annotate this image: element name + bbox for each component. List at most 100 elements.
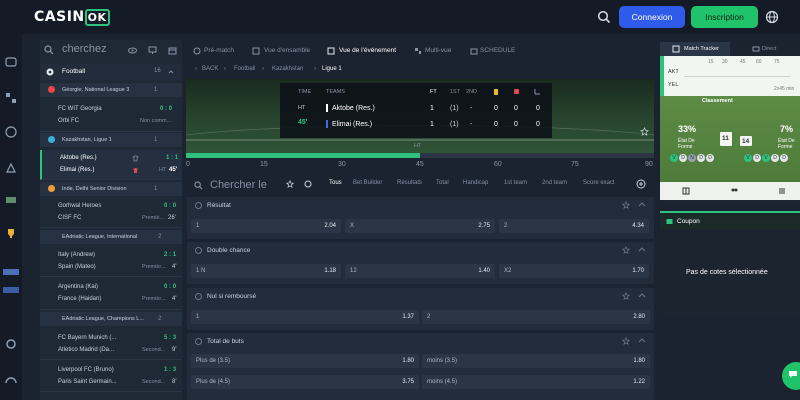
star-icon[interactable] xyxy=(640,127,649,136)
tab-overview[interactable]: Vue d'ensamble xyxy=(264,47,310,54)
star-icon[interactable] xyxy=(622,201,630,209)
league-row[interactable]: Géorgie, National League 3 1 xyxy=(40,83,182,97)
breadcrumb-country[interactable]: Kazakhstan xyxy=(272,66,303,72)
promo-icon[interactable] xyxy=(3,266,19,278)
event-row[interactable]: Gorhwal Heroes CISF FC 0 : 0 Premiè... 2… xyxy=(40,198,182,228)
sports-icon[interactable] xyxy=(5,56,17,68)
table-games-icon[interactable] xyxy=(5,194,17,206)
sb-time-label: TIME xyxy=(298,89,312,95)
star-icon[interactable] xyxy=(622,246,630,254)
calendar-icon[interactable] xyxy=(168,46,177,55)
filter-2nd-team[interactable]: 2nd team xyxy=(542,180,567,186)
pitch-icon[interactable] xyxy=(682,187,690,195)
vip-icon[interactable] xyxy=(3,284,19,296)
register-button[interactable]: Inscription xyxy=(691,6,758,28)
market-search-input[interactable]: Chercher le xyxy=(210,179,267,191)
tracker-bottom-tabs xyxy=(660,182,800,200)
users-icon[interactable] xyxy=(730,187,738,195)
filter-results[interactable]: Résultats xyxy=(397,180,422,186)
odd-value: 2.04 xyxy=(324,223,336,229)
odd-button[interactable]: moins (4.5) 1.22 xyxy=(422,375,650,389)
chevron-up-icon[interactable] xyxy=(638,201,646,209)
chevron-up-icon[interactable] xyxy=(638,337,646,345)
odd-button[interactable]: X2 1.70 xyxy=(499,264,649,278)
tab-event-view[interactable]: Vue de l'événement xyxy=(339,47,396,54)
odd-button[interactable]: Plus de (3.5) 1.80 xyxy=(191,354,419,368)
odd-button[interactable]: 2 4.34 xyxy=(499,219,649,233)
league-name: EAdriatic League, Champions L... xyxy=(62,316,144,322)
speedometer-icon[interactable] xyxy=(5,374,17,386)
filter-total[interactable]: Total xyxy=(436,180,449,186)
login-button[interactable]: Connexion xyxy=(619,6,685,28)
market-radio[interactable] xyxy=(195,247,202,254)
tab-prematch[interactable]: Pré-match xyxy=(204,47,234,54)
star-icon[interactable] xyxy=(622,337,630,345)
coupon-header[interactable]: Coupon xyxy=(660,211,800,229)
odd-button[interactable]: 1 N 1.18 xyxy=(191,264,341,278)
tab-schedule[interactable]: SCHEDULE xyxy=(480,47,515,54)
position-box-left: 11 xyxy=(720,132,732,146)
market-double-chance: Double chance 1 N 1.18 12 1.40 X2 1.70 xyxy=(187,242,654,284)
odd-button[interactable]: 12 1.40 xyxy=(345,264,495,278)
sport-football[interactable]: Football 16 xyxy=(40,64,182,80)
event-view-icon xyxy=(327,47,335,55)
tab-match-tracker[interactable]: Match Tracker xyxy=(660,42,730,56)
event-row-active[interactable]: Aktobe (Res.) Elimai (Res.) 1 : 1 HT 45' xyxy=(40,150,182,180)
live-icon[interactable] xyxy=(5,92,17,104)
league-row[interactable]: EAdriatic League, Champions L... 2 xyxy=(40,312,182,326)
event-away: CISF FC xyxy=(58,215,82,221)
form-badge: D xyxy=(771,154,779,162)
event-row[interactable]: FC Bayern Munich (... Atletico Madrid (D… xyxy=(40,330,182,360)
chevron-left-icon[interactable]: ‹ xyxy=(195,66,197,72)
odd-button[interactable]: moins (3.5) 1.80 xyxy=(422,354,650,368)
event-row[interactable]: FC WIT Georgia Orbi FC 0 : 0 Non comm... xyxy=(40,100,182,132)
match-timeline xyxy=(186,153,654,158)
globe-icon[interactable] xyxy=(765,10,779,24)
breadcrumb-sport[interactable]: Football xyxy=(234,66,255,72)
trophy-icon[interactable] xyxy=(5,228,17,240)
league-row[interactable]: Kazakhstan, Ligue 1 1 xyxy=(40,133,182,147)
event-minute: 4' xyxy=(172,264,177,270)
market-radio[interactable] xyxy=(195,338,202,345)
filter-exact-score[interactable]: Score exact xyxy=(583,180,615,186)
settings-icon[interactable] xyxy=(5,338,17,350)
event-row[interactable]: Argentina (Kai) France (Haidan) 0 : 0 Pr… xyxy=(40,278,182,310)
search-icon xyxy=(194,181,203,190)
sports-search[interactable]: cherchez xyxy=(44,43,178,58)
chat-fab-button[interactable] xyxy=(782,362,800,390)
filter-1st-team[interactable]: 1st team xyxy=(504,180,527,186)
market-radio[interactable] xyxy=(195,293,202,300)
monitor-icon[interactable] xyxy=(148,46,157,55)
event-row[interactable]: Liverpool FC (Bruno) Paris Saint Germain… xyxy=(40,362,182,392)
tab-direct[interactable]: Direct xyxy=(730,42,800,56)
odd-button[interactable]: 1 1.37 xyxy=(191,310,419,324)
eye-icon[interactable] xyxy=(128,46,137,55)
casino-icon[interactable] xyxy=(5,126,17,138)
rocket-icon[interactable] xyxy=(5,162,17,174)
odd-button[interactable]: X 2.75 xyxy=(345,219,495,233)
chevron-up-icon[interactable] xyxy=(638,292,646,300)
search-icon[interactable] xyxy=(597,10,611,24)
settings-icon[interactable] xyxy=(304,180,312,188)
event-row[interactable]: Italy (Andrew) Spain (Mateo) 2 : 1 Premi… xyxy=(40,247,182,277)
filter-bet-builder[interactable]: Bet Builder xyxy=(353,180,382,186)
list-icon[interactable] xyxy=(778,187,786,195)
flag-india-icon xyxy=(48,185,55,192)
sb-home-corners: 0 xyxy=(536,105,540,112)
star-icon[interactable] xyxy=(622,292,630,300)
tab-multiview[interactable]: Multi-vue xyxy=(425,47,451,54)
filter-handicap[interactable]: Handicap xyxy=(463,180,488,186)
breadcrumb-back[interactable]: BACK xyxy=(202,66,218,72)
league-row[interactable]: Inde, Delhi Senior Division 1 xyxy=(40,182,182,196)
odd-button[interactable]: 2 2.80 xyxy=(422,310,650,324)
market-radio[interactable] xyxy=(195,202,202,209)
league-row[interactable]: EAdriatic League, International 2 xyxy=(40,230,182,244)
odd-button[interactable]: Plus de (4.5) 3.75 xyxy=(191,375,419,389)
add-circle-icon[interactable] xyxy=(636,179,646,189)
star-icon[interactable] xyxy=(286,180,294,188)
chevron-up-icon[interactable] xyxy=(638,246,646,254)
casinok-logo[interactable]: CASIN OK xyxy=(34,9,110,26)
odd-button[interactable]: 1 2.04 xyxy=(191,219,341,233)
filter-all[interactable]: Tous xyxy=(329,180,342,186)
chevron-right-icon: › xyxy=(314,66,316,72)
